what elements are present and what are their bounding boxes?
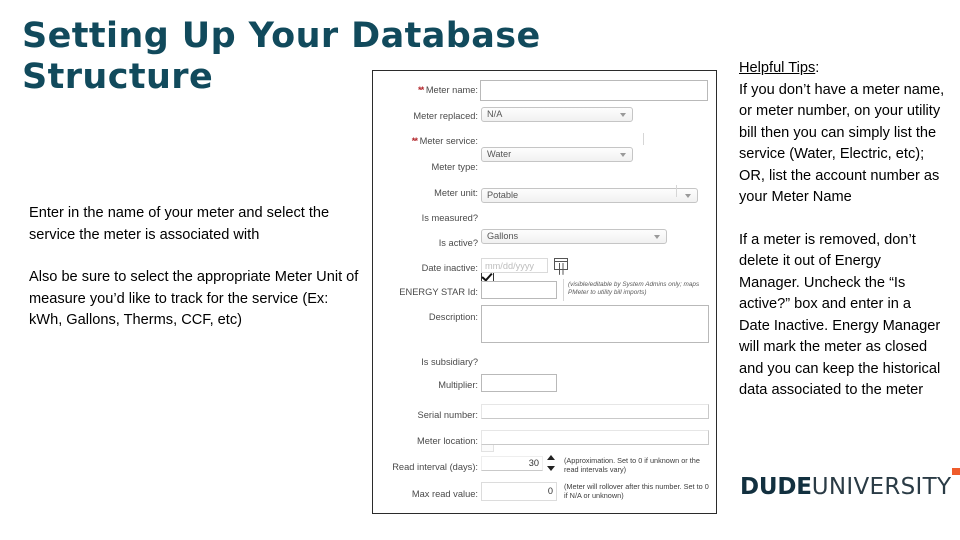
label-max-read-value: Max read value: [411,489,478,499]
date-inactive-placeholder: mm/dd/yyyy [485,261,535,271]
meter-service-value: Water [487,149,512,159]
calendar-icon[interactable] [554,258,568,270]
stepper-down-icon[interactable] [547,466,555,471]
description-textarea[interactable] [481,305,709,343]
label-is-active: Is active? [438,238,478,248]
meter-type-select[interactable]: Potable [481,188,698,203]
label-is-measured: Is measured? [421,213,478,223]
read-interval-stepper[interactable] [547,455,556,471]
energy-star-id-hint: (visible/editable by System Admins only;… [568,281,700,296]
helpful-tips-heading-colon: : [815,60,820,76]
max-read-value-hint: (Meter will rollover after this number. … [564,482,709,500]
label-meter-replaced: Meter replaced: [413,111,478,121]
left-instructions: Enter in the name of your meter and sele… [29,203,359,332]
label-meter-unit: Meter unit: [434,188,478,198]
meter-unit-value: Gallons [487,231,519,241]
chevron-down-icon [654,235,660,239]
read-interval-hint: (Approximation. Set to 0 if unknown or t… [564,456,700,474]
helpful-tips-panel: Helpful Tips: If you don’t have a meter … [739,58,945,402]
multiplier-input[interactable] [481,374,557,392]
meter-service-select[interactable]: Water [481,147,633,162]
read-interval-value: 30 [528,458,539,468]
dude-university-logo: DUDEUNIVERSITY [740,468,960,500]
label-serial-number: Serial number: [417,410,478,420]
meter-form-screenshot: ** Meter name: Meter replaced: N/A ** Me… [372,70,717,514]
label-description: Description: [428,312,478,322]
meter-type-value: Potable [487,190,519,200]
serial-number-input[interactable] [481,404,709,419]
stepper-up-icon[interactable] [547,455,555,460]
meter-location-input[interactable] [481,430,709,445]
tips-paragraph-1: If you don’t have a meter name, or meter… [739,81,945,206]
label-energy-star-id: ENERGY STAR Id: [399,287,478,297]
flag-icon [952,468,960,484]
meter-replaced-select[interactable]: N/A [481,107,633,122]
label-date-inactive: Date inactive: [421,263,478,273]
divider [643,133,644,145]
label-meter-name: ** Meter name: [418,84,478,96]
label-meter-service: ** Meter service: [412,135,478,147]
label-meter-location: Meter location: [417,436,478,446]
label-meter-type: Meter type: [431,162,478,172]
label-meter-service-text: Meter service: [419,136,478,146]
label-read-interval: Read interval (days): [392,462,478,472]
helpful-tips-heading-text: Helpful Tips [739,60,816,76]
date-inactive-input[interactable]: mm/dd/yyyy [481,258,548,273]
divider [563,279,564,301]
energy-star-id-input[interactable] [481,281,557,299]
chevron-down-icon [620,153,626,157]
tips-paragraph-2: If a meter is removed, don’t delete it o… [739,231,941,399]
chevron-down-icon [685,194,691,198]
left-paragraph-2: Also be sure to select the appropriate M… [29,269,359,328]
divider [676,185,677,197]
slide-root: Setting Up Your Database Structure Enter… [0,0,960,540]
label-multiplier: Multiplier: [438,380,478,390]
required-mark-meter-name: ** [417,85,424,95]
left-paragraph-1: Enter in the name of your meter and sele… [29,205,330,243]
logo-word-university: UNIVERSITY [811,474,952,500]
logo-word-dude: DUDE [740,474,812,500]
label-is-subsidiary: Is subsidiary? [421,357,478,367]
meter-replaced-value: N/A [487,109,503,119]
max-read-value-number: 0 [547,486,553,496]
required-mark-meter-service: ** [411,136,418,146]
label-meter-name-text: Meter name: [425,85,478,95]
meter-unit-select[interactable]: Gallons [481,229,667,244]
helpful-tips-heading: Helpful Tips: [739,58,945,80]
chevron-down-icon [620,113,626,117]
meter-name-input[interactable] [480,80,708,101]
